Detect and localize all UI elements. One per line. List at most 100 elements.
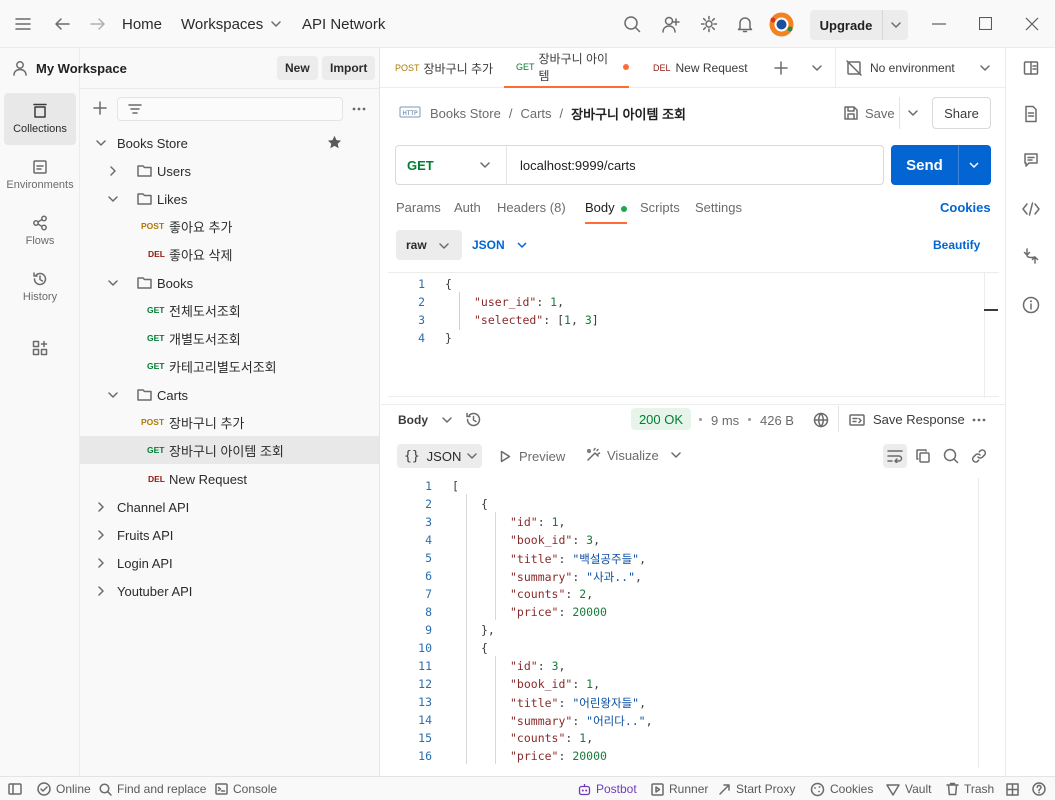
response-more-icon[interactable] xyxy=(972,418,986,422)
rail-history[interactable]: History xyxy=(4,261,76,313)
code-snippet-icon[interactable] xyxy=(1022,202,1040,216)
response-format-select[interactable]: {} JSON xyxy=(397,444,482,468)
body-mode-select[interactable]: raw xyxy=(396,230,462,260)
trash-button[interactable]: Trash xyxy=(946,777,994,800)
rail-collections[interactable]: Collections xyxy=(4,93,76,145)
save-options-chevron-icon[interactable] xyxy=(899,97,925,129)
tab-settings[interactable]: Settings xyxy=(695,200,742,224)
tab-cart-items[interactable]: GET 장바구니 아이템 xyxy=(504,48,629,88)
more-options-icon[interactable] xyxy=(352,107,366,111)
environment-quicklook-icon[interactable] xyxy=(1023,60,1039,76)
upgrade-button[interactable]: Upgrade xyxy=(810,10,908,40)
new-button[interactable]: New xyxy=(277,56,318,80)
method-select[interactable]: GET xyxy=(396,146,507,184)
tabs-overflow-chevron-icon[interactable] xyxy=(812,64,822,72)
tree-collection-fruits-api[interactable]: Fruits API xyxy=(80,521,379,549)
user-avatar[interactable] xyxy=(769,12,794,37)
tree-folder-likes[interactable]: Likes xyxy=(80,185,379,213)
import-button[interactable]: Import xyxy=(322,56,376,80)
find-replace-button[interactable]: Find and replace xyxy=(99,777,206,800)
invite-user-icon[interactable] xyxy=(662,15,680,33)
tab-auth[interactable]: Auth xyxy=(454,200,481,224)
response-size[interactable]: 426 B xyxy=(760,413,794,428)
send-button[interactable]: Send xyxy=(891,145,991,185)
tab-scripts[interactable]: Scripts xyxy=(640,200,680,224)
tree-request-cart-items[interactable]: GET 장바구니 아이템 조회 xyxy=(80,436,379,464)
tree-collection-youtuber-api[interactable]: Youtuber API xyxy=(80,577,379,605)
online-status[interactable]: Online xyxy=(37,777,91,800)
documentation-icon[interactable] xyxy=(1023,105,1039,123)
back-arrow-icon[interactable] xyxy=(53,16,71,32)
close-window-icon[interactable] xyxy=(1025,17,1039,31)
related-collections-icon[interactable] xyxy=(1023,248,1039,264)
save-response-button[interactable]: Save Response xyxy=(849,412,965,427)
response-history-icon[interactable] xyxy=(465,411,482,428)
configure-sidebar-icon[interactable] xyxy=(32,340,48,356)
layout-grid-icon[interactable] xyxy=(1006,777,1024,800)
save-button[interactable]: Save xyxy=(840,97,899,129)
menu-icon[interactable] xyxy=(14,17,32,31)
response-body-select[interactable]: Body xyxy=(398,413,452,427)
help-icon[interactable] xyxy=(1032,777,1051,800)
info-icon[interactable] xyxy=(1022,296,1040,314)
breadcrumb-folder[interactable]: Carts xyxy=(520,106,551,121)
forward-arrow-icon[interactable] xyxy=(89,16,107,32)
editor-scroll-thumb[interactable] xyxy=(984,309,998,311)
add-collection-icon[interactable] xyxy=(93,101,107,115)
tree-request-book-detail[interactable]: GET 개별도서조회 xyxy=(80,324,379,352)
nav-home[interactable]: Home xyxy=(122,0,162,48)
minimize-window-icon[interactable] xyxy=(932,23,946,25)
search-icon[interactable] xyxy=(623,15,641,33)
console-button[interactable]: Console xyxy=(215,777,277,800)
send-options-chevron-icon[interactable] xyxy=(969,161,979,169)
cookies-link[interactable]: Cookies xyxy=(940,200,991,215)
tab-headers[interactable]: Headers (8) xyxy=(497,200,566,224)
toggle-sidebar-icon[interactable] xyxy=(8,777,27,800)
beautify-button[interactable]: Beautify xyxy=(933,238,980,252)
filter-input[interactable] xyxy=(117,97,343,121)
editor-scrollbar[interactable] xyxy=(984,273,985,398)
tree-request-books-by-category[interactable]: GET 카테고리별도서조회 xyxy=(80,352,379,380)
breadcrumb-collection[interactable]: Books Store xyxy=(430,106,501,121)
response-time[interactable]: 9 ms xyxy=(711,413,739,428)
tree-folder-users[interactable]: Users xyxy=(80,157,379,185)
status-badge[interactable]: 200 OK xyxy=(631,408,691,430)
request-body-editor[interactable] xyxy=(388,272,999,398)
nav-workspaces[interactable]: Workspaces xyxy=(181,0,282,48)
tab-new-request[interactable]: DEL New Request xyxy=(641,48,761,88)
link-icon[interactable] xyxy=(971,448,987,464)
notifications-bell-icon[interactable] xyxy=(737,15,753,33)
vault-button[interactable]: Vault xyxy=(886,777,931,800)
tree-request-new-request[interactable]: DEL New Request xyxy=(80,465,379,493)
star-icon[interactable] xyxy=(327,135,342,150)
preview-button[interactable]: Preview xyxy=(500,449,565,464)
tab-body[interactable]: Body xyxy=(585,200,628,224)
settings-gear-icon[interactable] xyxy=(700,15,718,33)
upgrade-chevron-icon[interactable] xyxy=(891,21,901,29)
environment-selector[interactable]: No environment xyxy=(846,48,996,88)
response-scrollbar[interactable] xyxy=(978,478,979,768)
cookies-button[interactable]: Cookies xyxy=(810,777,873,800)
runner-button[interactable]: Runner xyxy=(651,777,708,800)
tree-request-all-books[interactable]: GET 전체도서조회 xyxy=(80,296,379,324)
network-globe-icon[interactable] xyxy=(813,412,829,428)
tree-request-like-add[interactable]: POST 좋아요 추가 xyxy=(80,212,379,240)
url-input[interactable]: localhost:9999/carts xyxy=(520,146,636,184)
visualize-button[interactable]: Visualize xyxy=(585,447,681,463)
tree-request-cart-add[interactable]: POST 장바구니 추가 xyxy=(80,408,379,436)
nav-api-network[interactable]: API Network xyxy=(302,0,385,48)
share-button[interactable]: Share xyxy=(932,97,991,129)
rail-flows[interactable]: Flows xyxy=(4,205,76,257)
breadcrumb-request-title[interactable]: 장바구니 아이템 조회 xyxy=(571,104,686,123)
comments-icon[interactable] xyxy=(1023,152,1039,168)
body-format-select[interactable]: JSON xyxy=(472,230,527,260)
tree-collection-channel-api[interactable]: Channel API xyxy=(80,493,379,521)
new-tab-plus-icon[interactable] xyxy=(774,61,788,75)
postbot-button[interactable]: Postbot xyxy=(578,777,637,800)
maximize-window-icon[interactable] xyxy=(979,17,992,30)
tree-collection-login-api[interactable]: Login API xyxy=(80,549,379,577)
tree-request-like-delete[interactable]: DEL 좋아요 삭제 xyxy=(80,240,379,268)
start-proxy-button[interactable]: Start Proxy xyxy=(718,777,795,800)
tree-folder-carts[interactable]: Carts xyxy=(80,381,379,409)
tree-folder-books[interactable]: Books xyxy=(80,269,379,297)
